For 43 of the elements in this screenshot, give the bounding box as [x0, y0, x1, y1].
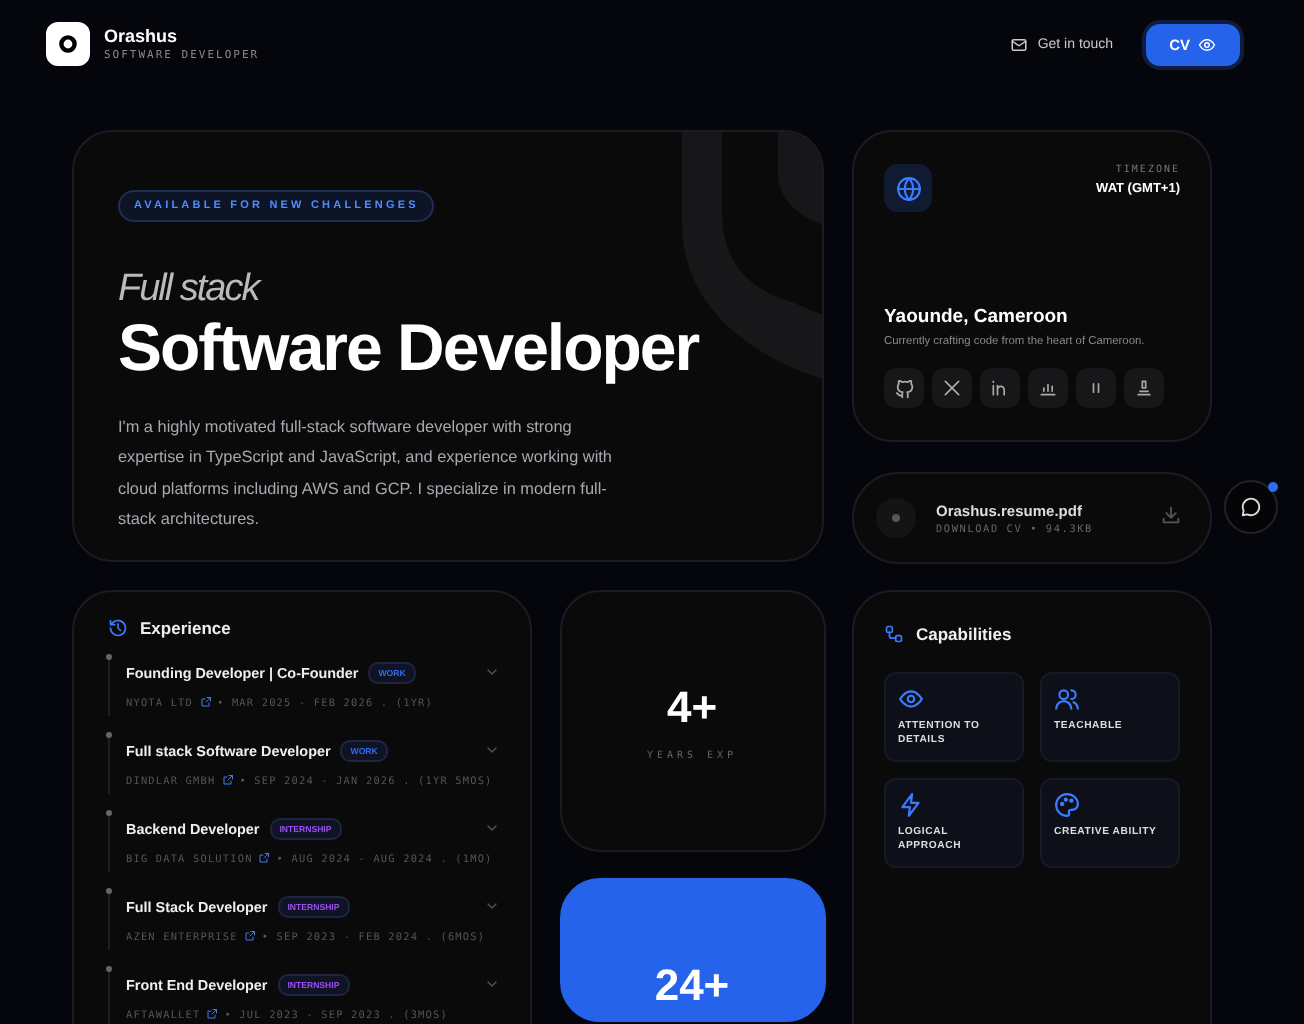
- history-icon: [108, 618, 128, 638]
- bio-paragraph: I'm a highly motivated full-stack software developer with strong expertise in TypeScript and JavaScript, and experience working with cloud platforms including AWS and GCP. I specialize in modern full-stack architectures.: [118, 416, 614, 532]
- chat-button[interactable]: [1224, 480, 1278, 534]
- stat-value: 4+: [666, 681, 718, 733]
- external-link-icon: [243, 930, 256, 942]
- globe-icon: [895, 175, 921, 201]
- social-link[interactable]: [1028, 368, 1068, 408]
- logo-icon[interactable]: [46, 22, 90, 66]
- hero-title: Software Developer: [118, 314, 702, 380]
- external-link-icon: [221, 774, 234, 786]
- external-link-icon: [199, 696, 212, 708]
- file-disc-icon: [876, 498, 916, 538]
- github-icon: [893, 377, 915, 399]
- external-link-icon: [206, 1008, 219, 1020]
- experience-heading: Experience: [140, 618, 231, 638]
- mail-icon: [1009, 35, 1028, 53]
- linkedin-icon: [990, 378, 1010, 398]
- lightning-icon: [898, 792, 924, 818]
- capabilities-heading: Capabilities: [916, 624, 1012, 644]
- nodes-icon: [884, 624, 904, 644]
- palette-icon: [1054, 792, 1080, 818]
- social-link[interactable]: [1124, 368, 1164, 408]
- external-link-icon: [258, 852, 271, 864]
- eye-icon: [1198, 35, 1216, 53]
- city-name: Yaounde, Cameroon: [884, 306, 1070, 328]
- social-link[interactable]: [932, 368, 972, 408]
- hero-kicker: Full stack: [118, 268, 264, 312]
- stack-icon: [1134, 378, 1154, 398]
- social-link[interactable]: [980, 368, 1020, 408]
- chevron-down-icon: [484, 898, 500, 914]
- chat-bubble-icon: [1240, 496, 1262, 518]
- social-link[interactable]: [884, 368, 924, 408]
- chevron-down-icon: [484, 742, 500, 758]
- people-icon: [1054, 686, 1080, 712]
- x-logo-icon: [942, 378, 962, 398]
- chevron-down-icon: [484, 664, 500, 680]
- chevron-down-icon: [484, 820, 500, 836]
- bar-chart-icon: [1038, 378, 1058, 398]
- chevron-down-icon: [484, 976, 500, 992]
- stat-value: 24+: [654, 960, 730, 1012]
- brand-name: Orashus: [104, 26, 180, 46]
- download-icon: [1160, 504, 1182, 526]
- eye-icon: [898, 686, 924, 712]
